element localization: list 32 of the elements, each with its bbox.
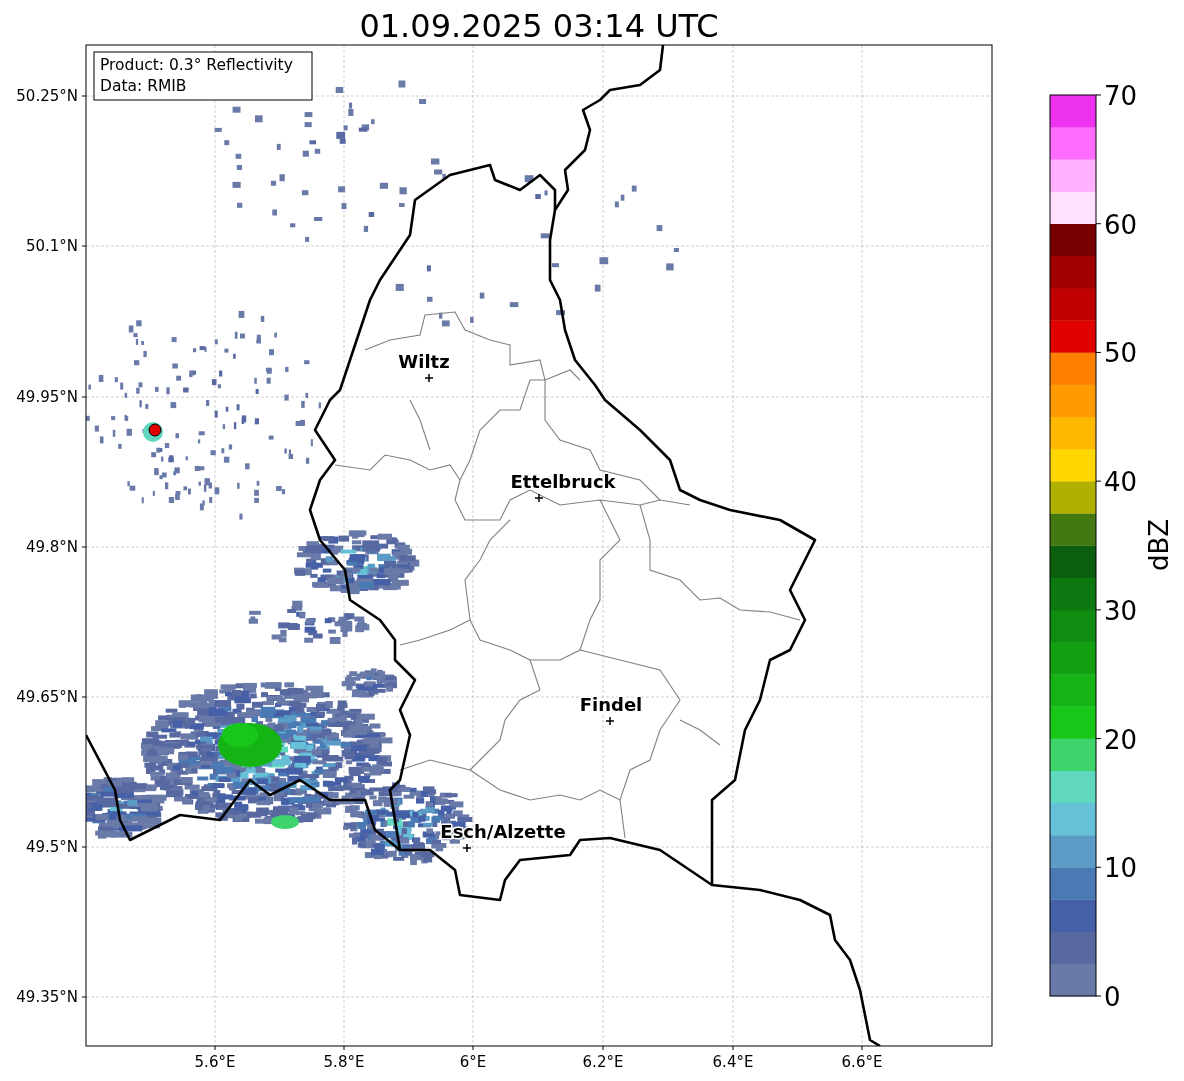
colorbar-tick-label: 40 — [1104, 467, 1138, 498]
colorbar-tick-label: 50 — [1104, 338, 1138, 369]
colorbar-tick-label: 30 — [1104, 595, 1138, 626]
colorbar-tick-label: 10 — [1104, 853, 1138, 884]
city-marker-icon — [462, 843, 472, 853]
city-label: Wiltz — [398, 351, 450, 372]
longitude-label: 6.4°E — [712, 1053, 754, 1071]
latitude-label: 50.1°N — [25, 237, 78, 255]
colorbar-tick-label: 70 — [1104, 81, 1138, 111]
longitude-label: 6.2°E — [582, 1053, 624, 1071]
longitude-label: 6.6°E — [841, 1053, 883, 1071]
city-marker-icon — [605, 716, 615, 726]
longitude-label: 5.6°E — [194, 1053, 236, 1071]
latitude-label: 49.95°N — [16, 388, 78, 406]
colorbar-tick-label: 0 — [1104, 982, 1121, 1012]
chart-title: 01.09.2025 03:14 UTC — [359, 7, 719, 45]
city-label: Findel — [579, 694, 643, 715]
latitude-label: 50.25°N — [16, 87, 78, 105]
colorbar-label: dBZ — [1144, 518, 1174, 572]
city-marker-icon — [534, 493, 544, 503]
info-text: Data: RMIB — [100, 77, 187, 95]
longitude-label: 5.8°E — [323, 1053, 365, 1071]
longitude-label: 6°E — [459, 1053, 487, 1071]
city-label: Ettelbruck — [510, 471, 616, 492]
city-marker-icon — [424, 373, 434, 383]
latitude-label: 49.8°N — [25, 538, 78, 556]
info-text: Product: 0.3° Reflectivity — [100, 56, 293, 74]
colorbar-tick-label: 20 — [1104, 724, 1138, 755]
colorbar-tick-label: 60 — [1104, 209, 1138, 240]
latitude-label: 49.5°N — [25, 838, 78, 856]
latitude-label: 49.65°N — [16, 688, 78, 706]
latitude-label: 49.35°N — [16, 988, 78, 1006]
